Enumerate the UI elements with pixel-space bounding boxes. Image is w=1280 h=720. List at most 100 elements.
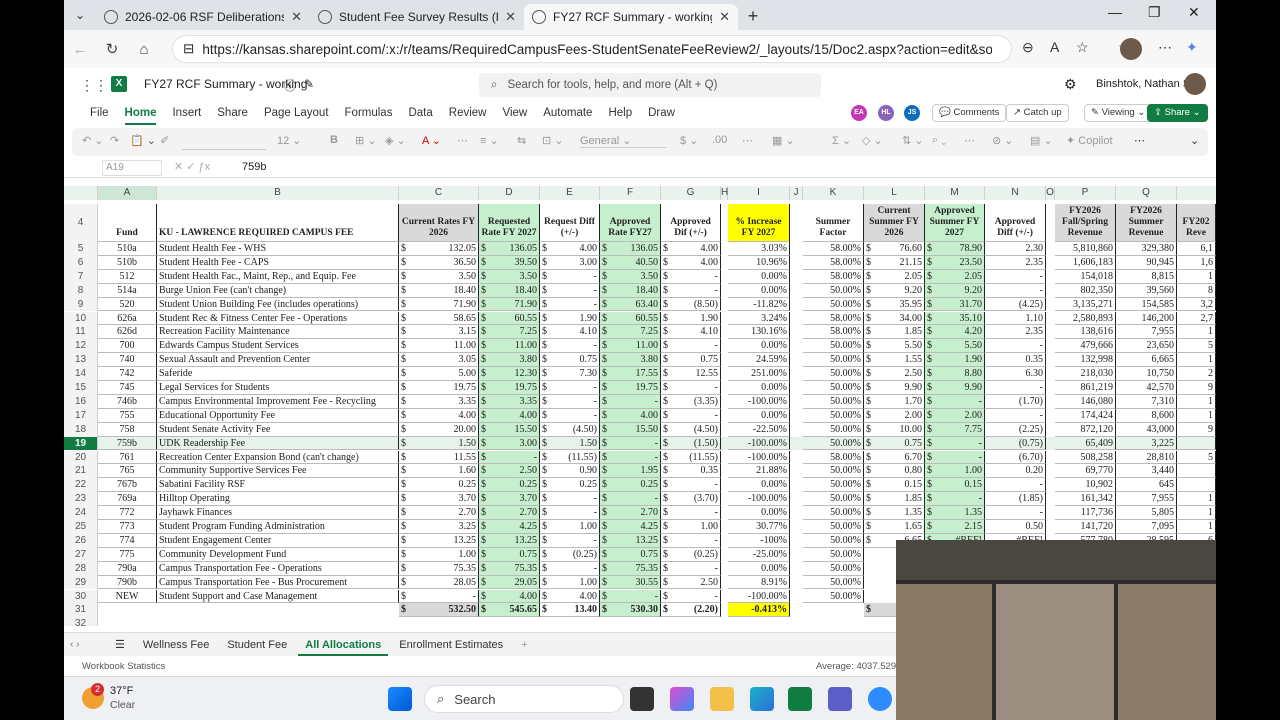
fee-name-cell[interactable]: Student Health Fee - WHS — [157, 242, 399, 256]
current-rate-cell[interactable]: $19.75 — [399, 381, 479, 395]
approved-rate-cell[interactable]: $ - — [600, 394, 661, 409]
header-cell-i[interactable]: % Increase FY 2027 — [728, 204, 790, 242]
read-aloud-icon[interactable]: A — [1050, 39, 1059, 55]
catch-up-button[interactable]: ↗ Catch up — [1006, 104, 1069, 122]
summer-revenue-cell[interactable]: 28,810 — [1116, 450, 1177, 465]
approved-summer-diff-cell[interactable]: - — [985, 283, 1046, 298]
approved-diff-cell[interactable]: $4.10 — [661, 325, 721, 340]
browser-tab-2[interactable]: Student Fee Survey Results (FY27) ✕ — [310, 4, 524, 30]
summer-factor-cell[interactable]: 50.00% — [803, 575, 864, 590]
approved-summer-diff-cell[interactable]: 1.10 — [985, 311, 1046, 326]
approved-summer-cell[interactable]: $ - — [925, 436, 985, 451]
request-diff-cell[interactable]: $0.25 — [540, 478, 600, 493]
fee-name-cell[interactable]: Student Health Fac., Maint, Rep., and Eq… — [157, 269, 399, 284]
approved-rate-cell[interactable]: $75.35 — [600, 561, 661, 576]
approved-diff-cell[interactable]: $ - — [661, 589, 721, 604]
request-diff-cell[interactable]: $ (0.25) — [540, 547, 600, 562]
close-icon[interactable]: ✕ — [719, 9, 730, 25]
summer-factor-cell[interactable]: 50.00% — [803, 353, 864, 368]
current-rate-cell[interactable]: $58.65 — [399, 311, 479, 326]
pct-increase-cell[interactable]: -22.50% — [728, 422, 790, 437]
approved-diff-cell[interactable]: $ - — [661, 381, 721, 395]
current-rate-cell[interactable]: $0.25 — [399, 478, 479, 493]
summer-revenue-cell[interactable]: 90,945 — [1116, 255, 1177, 270]
requested-rate-cell[interactable]: $3.35 — [479, 394, 540, 409]
revenue-cell[interactable]: 3,2 — [1177, 297, 1216, 312]
current-rate-cell[interactable]: $1.00 — [399, 547, 479, 562]
fs-revenue-cell[interactable]: 2,580,893 — [1055, 311, 1116, 326]
summer-revenue-cell[interactable]: 7,310 — [1116, 394, 1177, 409]
currency-icon[interactable]: $ ⌄ — [680, 134, 698, 147]
menu-draw[interactable]: Draw — [640, 100, 683, 126]
request-diff-cell[interactable]: $ - — [540, 269, 600, 284]
summer-factor-cell[interactable]: 50.00% — [803, 283, 864, 298]
requested-rate-cell[interactable]: $3.00 — [479, 436, 540, 451]
requested-rate-cell[interactable]: $2.70 — [479, 506, 540, 520]
pct-increase-cell[interactable]: 0.00% — [728, 381, 790, 395]
pct-increase-cell[interactable]: 0.00% — [728, 506, 790, 520]
current-rate-cell[interactable]: $18.40 — [399, 283, 479, 298]
request-diff-cell[interactable]: $ - — [540, 297, 600, 312]
current-rate-cell[interactable]: $3.05 — [399, 353, 479, 368]
summer-factor-cell[interactable]: 50.00% — [803, 492, 864, 507]
requested-rate-cell[interactable]: $11.00 — [479, 339, 540, 354]
approved-rate-cell[interactable]: $63.40 — [600, 297, 661, 312]
approved-rate-cell[interactable]: $0.75 — [600, 547, 661, 562]
current-summer-cell[interactable]: $10.00 — [864, 422, 925, 437]
requested-rate-cell[interactable]: $0.75 — [479, 547, 540, 562]
user-name[interactable]: Binshtok, Nathan S — [1096, 78, 1190, 90]
row-number[interactable]: 25 — [64, 520, 98, 534]
fs-revenue-cell[interactable]: 117,736 — [1055, 506, 1116, 520]
fund-cell[interactable]: 790b — [98, 575, 157, 590]
menu-page-layout[interactable]: Page Layout — [256, 100, 337, 126]
fee-name-cell[interactable]: Burge Union Fee (can't change) — [157, 283, 399, 298]
approved-rate-cell[interactable]: $ - — [600, 492, 661, 507]
row-number[interactable]: 26 — [64, 533, 98, 548]
current-rate-cell[interactable]: $36.50 — [399, 255, 479, 270]
approved-summer-cell[interactable]: $7.75 — [925, 422, 985, 437]
status-average[interactable]: Average: 4037.52941 — [816, 661, 907, 672]
decimal-icon[interactable]: .00 — [712, 134, 727, 146]
fs-revenue-cell[interactable]: 69,770 — [1055, 464, 1116, 479]
cancel-icon[interactable]: ✕ ✓ ƒx — [174, 160, 210, 173]
summer-revenue-cell[interactable]: 42,570 — [1116, 381, 1177, 395]
current-summer-cell[interactable]: $2.50 — [864, 367, 925, 381]
summer-revenue-cell[interactable]: 8,815 — [1116, 269, 1177, 284]
approved-diff-cell[interactable]: $1.00 — [661, 520, 721, 534]
current-summer-cell[interactable]: $1.85 — [864, 325, 925, 340]
close-icon[interactable]: ✕ — [291, 9, 302, 25]
row-number[interactable]: 7 — [64, 269, 98, 284]
header-cell-p[interactable]: FY2026 Fall/Spring Revenue — [1055, 204, 1116, 242]
all-sheets-icon[interactable]: ☰ — [108, 634, 132, 656]
summer-revenue-cell[interactable]: 8,600 — [1116, 408, 1177, 423]
request-diff-cell[interactable]: $0.75 — [540, 353, 600, 368]
summer-factor-cell[interactable]: 50.00% — [803, 297, 864, 312]
current-summer-cell[interactable]: $0.75 — [864, 436, 925, 451]
current-rate-cell[interactable]: $3.50 — [399, 269, 479, 284]
fund-cell[interactable]: 758 — [98, 422, 157, 437]
file-explorer-icon[interactable] — [710, 687, 734, 711]
user-avatar[interactable] — [1184, 73, 1206, 95]
column-header-e[interactable]: E — [540, 186, 600, 200]
fs-revenue-cell[interactable]: 146,080 — [1055, 394, 1116, 409]
request-diff-cell[interactable]: $7.30 — [540, 367, 600, 381]
summer-factor-cell[interactable]: 50.00% — [803, 478, 864, 493]
fee-name-cell[interactable]: Campus Transportation Fee - Operations — [157, 561, 399, 576]
more-icon[interactable]: ⋯ — [457, 134, 468, 147]
summer-revenue-cell[interactable]: 10,750 — [1116, 367, 1177, 381]
row-number[interactable]: 9 — [64, 297, 98, 312]
approved-diff-cell[interactable]: $0.35 — [661, 464, 721, 479]
copilot-button[interactable]: ✦ Copilot — [1066, 134, 1113, 147]
request-diff-cell[interactable]: $ - — [540, 533, 600, 548]
bold-icon[interactable]: B — [330, 134, 338, 146]
approved-summer-cell[interactable]: $ - — [925, 450, 985, 465]
approved-summer-diff-cell[interactable]: 2.30 — [985, 242, 1046, 256]
more-icon[interactable]: ⋯ — [742, 134, 753, 147]
header-cell-d[interactable]: Requested Rate FY 2027 — [479, 204, 540, 242]
revenue-cell[interactable] — [1177, 464, 1216, 479]
pct-increase-cell[interactable]: 0.00% — [728, 339, 790, 354]
revenue-cell[interactable]: 2,7 — [1177, 311, 1216, 326]
current-rate-cell[interactable]: $5.00 — [399, 367, 479, 381]
approved-summer-cell[interactable]: $1.00 — [925, 464, 985, 479]
column-header-h[interactable]: H — [721, 186, 728, 200]
